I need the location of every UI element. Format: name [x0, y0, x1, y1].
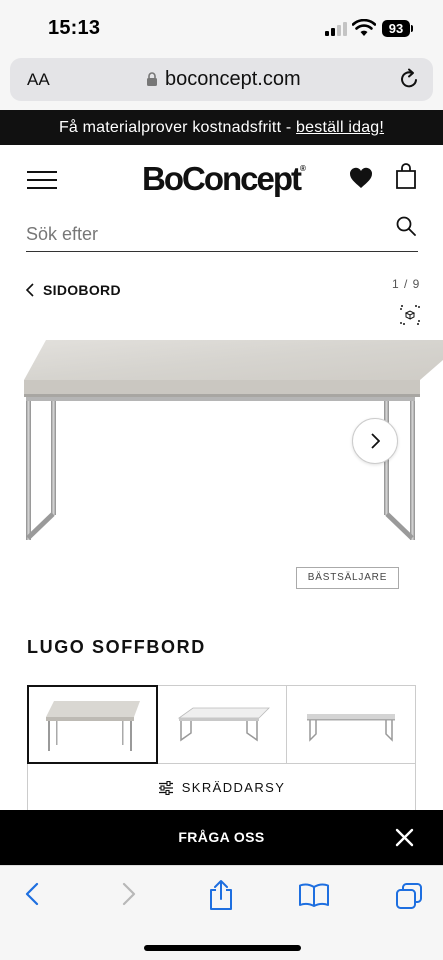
- ask-us-label: FRÅGA OSS: [178, 829, 265, 845]
- share-icon[interactable]: [208, 879, 234, 911]
- search-bar: [26, 215, 418, 252]
- customize-label: SKRÄDDARSY: [181, 780, 286, 795]
- status-time: 15:13: [48, 17, 101, 39]
- forward-icon[interactable]: [121, 882, 137, 906]
- ask-us-bar[interactable]: FRÅGA OSS: [0, 810, 443, 865]
- thumbnail-1[interactable]: [26, 685, 159, 764]
- logo-mark: ®: [300, 164, 306, 173]
- thumbnail-strip: [26, 685, 416, 764]
- wifi-icon: [352, 19, 376, 36]
- customize-button[interactable]: SKRÄDDARSY: [27, 764, 416, 812]
- gallery-pager: 1 / 9: [392, 277, 421, 291]
- close-icon[interactable]: [395, 828, 414, 847]
- cellular-signal-icon: [325, 22, 347, 36]
- thumbnail-image-2: [178, 707, 271, 741]
- bookmarks-icon[interactable]: [298, 882, 330, 908]
- thumbnail-2[interactable]: [157, 686, 287, 763]
- breadcrumb[interactable]: SIDOBORD: [26, 282, 121, 298]
- thumbnail-image-3: [306, 713, 395, 742]
- breadcrumb-label: SIDOBORD: [43, 282, 121, 298]
- back-icon[interactable]: [24, 882, 40, 906]
- sliders-icon: [158, 780, 173, 795]
- address-bar[interactable]: AA boconcept.com: [10, 58, 433, 101]
- site-header: BoConcept®: [0, 145, 443, 215]
- reload-icon[interactable]: [400, 68, 420, 90]
- url-text: boconcept.com: [165, 68, 301, 90]
- brand-logo[interactable]: BoConcept®: [142, 160, 306, 198]
- promo-text: Få materialprover kostnadsfritt -: [58, 119, 297, 136]
- shopping-bag-icon[interactable]: [395, 163, 417, 189]
- battery-tip: [411, 25, 413, 32]
- product-title: LUGO SOFFBORD: [27, 637, 206, 657]
- home-indicator: [144, 945, 301, 951]
- battery-icon: 93: [382, 20, 410, 37]
- promo-link[interactable]: beställ idag!: [296, 119, 384, 136]
- text-size-button[interactable]: AA: [27, 70, 50, 90]
- thumbnail-3[interactable]: [287, 686, 415, 763]
- browser-address-area: AA boconcept.com: [0, 56, 443, 110]
- logo-text: BoConcept: [142, 160, 302, 197]
- chevron-left-icon: [26, 283, 34, 297]
- lock-icon: [147, 72, 157, 86]
- search-icon[interactable]: [396, 216, 416, 236]
- search-input[interactable]: [26, 221, 376, 247]
- chevron-right-icon: [371, 433, 380, 449]
- menu-icon[interactable]: [27, 171, 57, 190]
- thumbnail-image-1: [46, 700, 141, 751]
- next-image-button[interactable]: [352, 418, 398, 464]
- tabs-icon[interactable]: [395, 882, 423, 910]
- heart-icon[interactable]: [349, 167, 373, 189]
- view-in-room-icon[interactable]: [398, 303, 422, 327]
- promo-banner: Få materialprover kostnadsfritt - bestäl…: [0, 110, 443, 145]
- bestseller-badge: BÄSTSÄLJARE: [296, 567, 399, 589]
- status-bar: 15:13 93: [0, 0, 443, 56]
